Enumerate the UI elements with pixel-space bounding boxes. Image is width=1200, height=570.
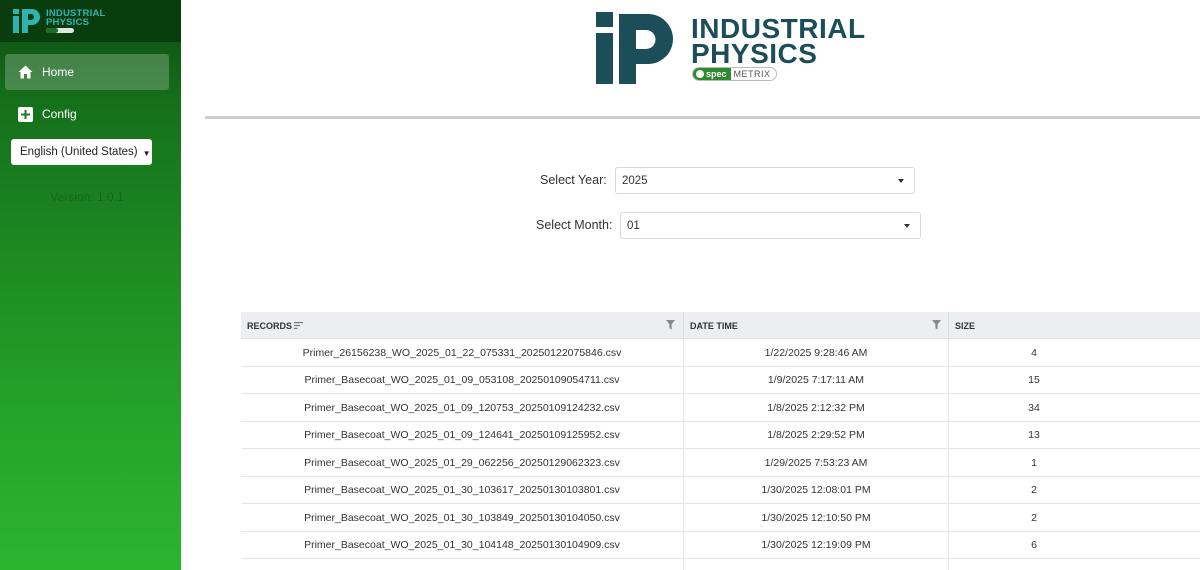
size-cell: 2	[1031, 484, 1037, 496]
record-cell: Primer_Basecoat_WO_2025_01_30_103617_202…	[241, 476, 684, 504]
ip-logo-icon	[13, 9, 40, 33]
caret-down-icon: ▼	[142, 148, 151, 158]
datetime-cell: 1/9/2025 7:17:11 AM	[684, 366, 949, 394]
filter-icon[interactable]	[932, 320, 941, 330]
size-cell: 6	[1031, 539, 1037, 551]
logo-wordmark: INDUSTRIAL PHYSICS	[691, 13, 866, 69]
language-select[interactable]: English (United States) ▼	[11, 139, 152, 165]
column-header-datetime[interactable]: DATE TIME	[684, 312, 949, 339]
sort-icon[interactable]	[294, 322, 304, 329]
size-cell: 2	[1031, 511, 1037, 524]
record-cell: Primer_Basecoat_WO_2025_01_09_124641_202…	[241, 421, 684, 449]
column-header-size[interactable]: SIZE	[949, 312, 1200, 339]
table-row[interactable]: Primer_Basecoat_WO_2025_01_30_104148_202…	[241, 531, 1200, 559]
sidebar-item-label: Home	[42, 65, 75, 79]
column-header-records[interactable]: RECORDS	[241, 312, 684, 339]
datetime-cell: 1/22/2025 9:28:46 AM	[684, 339, 949, 366]
month-select[interactable]: 01	[620, 212, 921, 239]
table-row[interactable]: Primer_Basecoat_WO_2025_01_30_103849_202…	[241, 504, 1200, 532]
year-value: 2025	[622, 174, 648, 187]
datetime-cell: 1/30/2025 12:10:50 PM	[684, 504, 949, 531]
datetime-cell: 1/29/2025 7:53:23 AM	[684, 449, 949, 476]
record-cell: Primer_Basecoat_WO_2025_01_30_103849_202…	[241, 504, 684, 531]
filter-icon[interactable]	[666, 320, 675, 330]
home-icon	[17, 64, 33, 80]
datetime-cell	[684, 559, 949, 570]
year-label: Select Year:	[540, 173, 607, 187]
header-logo: INDUSTRIAL PHYSICS spec METRIX	[596, 12, 866, 88]
table-row[interactable]	[241, 559, 1200, 570]
sidebar-item-label: Config	[42, 107, 77, 121]
version-text: Version: 1.0.1	[50, 190, 124, 204]
month-label: Select Month:	[536, 218, 613, 232]
sidebar-item-config[interactable]: Config	[5, 96, 169, 132]
plus-icon	[17, 106, 33, 122]
datetime-cell: 1/8/2025 2:29:52 PM	[684, 421, 949, 449]
record-cell: Primer_Basecoat_WO_2025_01_09_120753_202…	[241, 394, 684, 421]
datetime-cell: 1/30/2025 12:08:01 PM	[684, 476, 949, 504]
record-cell: Primer_Basecoat_WO_2025_01_09_053108_202…	[241, 366, 684, 394]
table-row[interactable]: Primer_Basecoat_WO_2025_01_29_062256_202…	[241, 449, 1200, 477]
size-cell: 1	[1031, 456, 1037, 469]
datetime-cell: 1/8/2025 2:12:32 PM	[684, 394, 949, 421]
month-value: 01	[627, 219, 640, 232]
spec-dot-icon	[696, 70, 704, 78]
size-cell: 4	[1031, 346, 1037, 359]
datetime-cell: 1/30/2025 12:19:09 PM	[684, 531, 949, 559]
table-row[interactable]: Primer_Basecoat_WO_2025_01_09_120753_202…	[241, 394, 1200, 422]
language-value: English (United States)	[20, 146, 138, 158]
sidebar-brand: INDUSTRIAL PHYSICS	[0, 0, 181, 42]
caret-down-icon	[904, 224, 910, 228]
record-cell	[241, 559, 684, 570]
size-cell: 13	[1028, 429, 1040, 441]
caret-down-icon	[898, 179, 904, 183]
sidebar-brand-badge	[46, 28, 74, 33]
size-cell: 34	[1028, 401, 1040, 414]
record-cell: Primer_26156238_WO_2025_01_22_075331_202…	[241, 339, 684, 366]
specmetrix-badge: spec METRIX	[692, 67, 777, 81]
table-row[interactable]: Primer_Basecoat_WO_2025_01_09_053108_202…	[241, 366, 1200, 394]
year-select[interactable]: 2025	[615, 167, 915, 194]
grid-header: RECORDS DATE TIME SIZE	[241, 312, 1200, 339]
header-divider	[205, 116, 1200, 119]
table-row[interactable]: Primer_Basecoat_WO_2025_01_30_103617_202…	[241, 476, 1200, 504]
sidebar-item-home[interactable]: Home	[5, 54, 169, 90]
size-cell: 15	[1028, 374, 1040, 386]
sidebar: INDUSTRIAL PHYSICS Home Config English (…	[0, 0, 181, 570]
record-cell: Primer_Basecoat_WO_2025_01_30_104148_202…	[241, 531, 684, 559]
table-row[interactable]: Primer_26156238_WO_2025_01_22_075331_202…	[241, 339, 1200, 367]
record-cell: Primer_Basecoat_WO_2025_01_29_062256_202…	[241, 449, 684, 476]
table-row[interactable]: Primer_Basecoat_WO_2025_01_09_124641_202…	[241, 421, 1200, 449]
sidebar-brand-text: INDUSTRIAL PHYSICS	[46, 8, 106, 28]
ip-logo-icon	[596, 12, 673, 84]
records-grid: RECORDS DATE TIME SIZE Primer_26156238_W…	[241, 312, 1200, 570]
